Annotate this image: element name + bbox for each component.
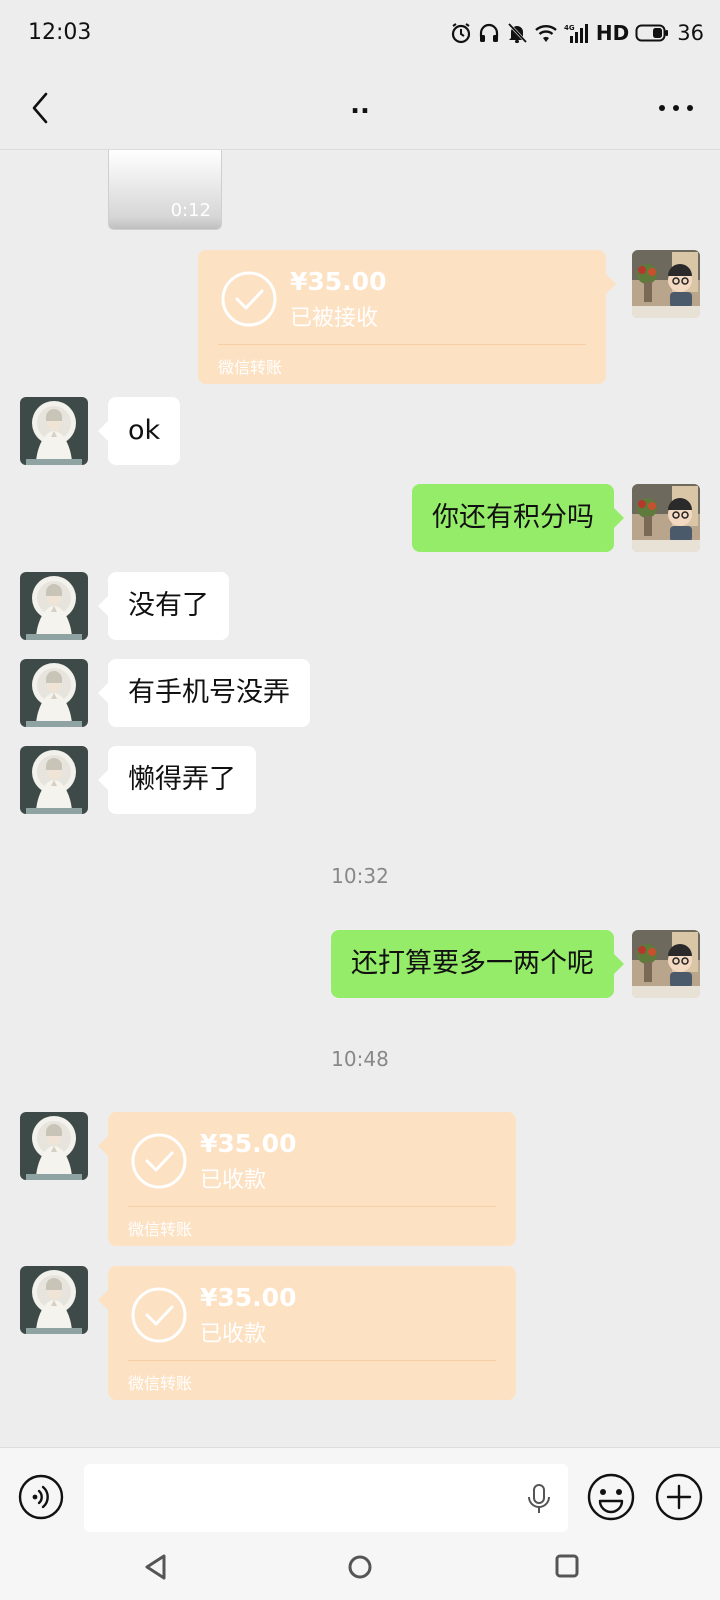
more-dots-icon — [659, 105, 693, 111]
voice-mode-button[interactable] — [18, 1474, 64, 1520]
my-avatar[interactable] — [632, 930, 700, 998]
transfer-amount: ¥35.00 — [200, 1283, 297, 1312]
emoji-icon — [587, 1473, 635, 1521]
message-bubble[interactable]: 懒得弄了 — [98, 746, 256, 814]
divider — [128, 1360, 496, 1361]
battery-level: 36 — [677, 21, 704, 45]
message-input[interactable] — [84, 1464, 568, 1532]
voice-mode-icon — [18, 1474, 64, 1520]
transfer-status: 已被接收 — [290, 306, 379, 331]
transfer-card[interactable]: ¥35.00 已被接收 微信转账 — [198, 250, 616, 384]
system-recent-apps-icon[interactable] — [554, 1553, 580, 1579]
contact-avatar[interactable] — [20, 746, 88, 814]
more-functions-button[interactable] — [654, 1472, 704, 1522]
transfer-status: 已收款 — [200, 1168, 267, 1193]
signal-icon: 4G — [564, 24, 588, 43]
contact-avatar[interactable] — [20, 572, 88, 640]
chat-messages[interactable]: 0:12 ¥35.00 已被接收 微信转账 ok 你还有积分吗 没有了 有手机号… — [0, 150, 720, 1447]
contact-avatar[interactable] — [20, 659, 88, 727]
check-circle-icon — [131, 1133, 187, 1189]
transfer-footer: 微信转账 — [128, 1220, 193, 1239]
message-bubble[interactable]: 还打算要多一两个呢 — [331, 930, 624, 998]
headphones-icon — [479, 23, 499, 42]
check-circle-icon — [221, 271, 277, 327]
emoji-button[interactable] — [586, 1472, 636, 1522]
system-navigation — [0, 1547, 720, 1600]
message-bubble[interactable]: 有手机号没弄 — [98, 659, 310, 727]
alarm-icon — [451, 23, 471, 44]
contact-avatar[interactable] — [20, 1266, 88, 1334]
status-time: 12:03 — [28, 20, 92, 45]
svg-text:4G: 4G — [564, 24, 575, 32]
transfer-amount: ¥35.00 — [290, 267, 387, 296]
transfer-status: 已收款 — [200, 1322, 267, 1347]
timestamp: 10:48 — [331, 1047, 389, 1071]
more-button[interactable] — [656, 96, 696, 120]
check-circle-icon — [131, 1287, 187, 1343]
message-bubble[interactable]: 你还有积分吗 — [412, 484, 624, 552]
message-bubble[interactable]: 没有了 — [98, 572, 229, 640]
transfer-card[interactable]: ¥35.00 已收款 微信转账 — [98, 1112, 516, 1246]
chat-title: .. — [350, 90, 370, 120]
message-bubble[interactable]: ok — [97, 397, 181, 465]
video-message[interactable]: 0:12 — [108, 150, 222, 230]
transfer-card[interactable]: ¥35.00 已收款 微信转账 — [98, 1266, 516, 1400]
status-bar: 12:03 4G HD 36 — [0, 0, 720, 68]
video-duration: 0:12 — [170, 200, 211, 221]
network-label: HD — [595, 21, 630, 45]
system-back-icon[interactable] — [142, 1553, 170, 1581]
divider — [218, 344, 586, 345]
my-avatar[interactable] — [632, 484, 700, 552]
contact-avatar[interactable] — [20, 1112, 88, 1180]
microphone-icon[interactable] — [526, 1484, 552, 1514]
my-avatar[interactable] — [632, 250, 700, 318]
timestamp: 10:32 — [331, 864, 389, 888]
system-home-icon[interactable] — [346, 1553, 374, 1581]
transfer-footer: 微信转账 — [218, 358, 283, 377]
status-icons: 4G HD 36 — [450, 18, 704, 48]
transfer-footer: 微信转账 — [128, 1374, 193, 1393]
plus-icon — [655, 1473, 703, 1521]
mute-bell-icon — [507, 22, 528, 44]
chat-header: .. — [0, 68, 720, 150]
input-bar — [0, 1447, 720, 1547]
battery-icon — [635, 24, 669, 42]
contact-avatar[interactable] — [20, 397, 88, 465]
divider — [128, 1206, 496, 1207]
wifi-icon — [535, 25, 557, 42]
transfer-amount: ¥35.00 — [200, 1129, 297, 1158]
